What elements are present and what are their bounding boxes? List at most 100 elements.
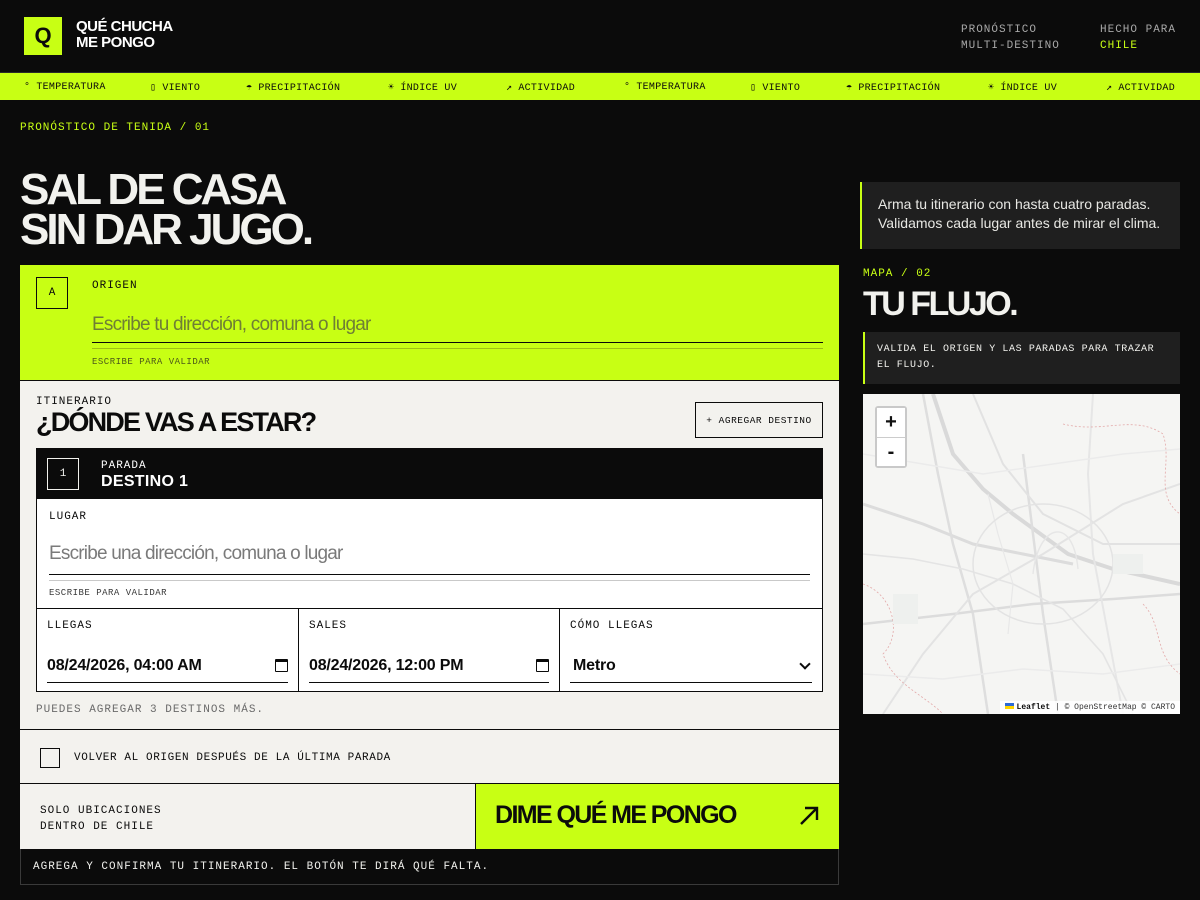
- place-hint: ESCRIBE PARA VALIDAR: [49, 588, 168, 598]
- map-title: TU FLUJO.: [863, 285, 1019, 323]
- ticker-item: ☀ ÍNDICE UV: [988, 82, 1057, 94]
- chile-only-note-line-1: SOLO UBICACIONES: [40, 805, 162, 817]
- tile-attribution[interactable]: | © OpenStreetMap © CARTO: [1055, 703, 1175, 712]
- logo-line-2: ME PONGO: [76, 34, 155, 51]
- stop-number-badge: 1: [47, 458, 79, 490]
- header-meta-forecast-line-1: PRONÓSTICO: [961, 24, 1038, 36]
- arrow-up-right-icon: [800, 806, 819, 825]
- chile-only-note-line-2: DENTRO DE CHILE: [40, 821, 155, 833]
- arrive-datetime-input[interactable]: 08/24/2026, 04:00 AM: [47, 649, 288, 683]
- return-to-origin-checkbox[interactable]: [40, 748, 60, 768]
- logo-line-1: QUÉ CHUCHA: [76, 18, 173, 35]
- calendar-icon[interactable]: [536, 659, 549, 672]
- zoom-in-button[interactable]: +: [877, 408, 905, 437]
- ticker-item-label: PRECIPITACIÓN: [858, 83, 941, 94]
- arrow-up-right-icon: ↗: [1106, 83, 1113, 94]
- umbrella-icon: ☂: [846, 83, 853, 94]
- mode-cell: CÓMO LLEGAS Metro: [560, 609, 822, 692]
- arrive-label: LLEGAS: [47, 620, 93, 632]
- stop-time-grid: LLEGAS 08/24/2026, 04:00 AM SALES 08/24/…: [37, 608, 822, 692]
- ticker-item-label: ÍNDICE UV: [1000, 83, 1058, 94]
- map-zoom-controls: + -: [875, 406, 907, 468]
- ticker-item: ° TEMPERATURA: [624, 82, 706, 93]
- ticker-item-label: VIENTO: [162, 83, 201, 94]
- map-note: VALIDA EL ORIGEN Y LAS PARADAS PARA TRAZ…: [863, 332, 1180, 384]
- mode-label: CÓMO LLEGAS: [570, 620, 654, 632]
- origin-badge: A: [36, 277, 68, 309]
- origin-panel: A ORIGEN ESCRIBE PARA VALIDAR: [20, 265, 839, 381]
- submit-button-label: DIME QUÉ ME PONGO: [495, 801, 737, 829]
- origin-divider: [92, 348, 823, 349]
- ticker-item: ° TEMPERATURA: [24, 82, 106, 93]
- mode-value: Metro: [573, 656, 616, 674]
- map-attribution: Leaflet | © OpenStreetMap © CARTO: [999, 701, 1180, 714]
- metrics-ticker: ° TEMPERATURA ▯ VIENTO ☂ PRECIPITACIÓN ☀ ÍND…: [0, 72, 1200, 100]
- umbrella-icon: ☂: [246, 83, 253, 94]
- arrive-value: 08/24/2026, 04:00 AM: [47, 656, 202, 674]
- leave-label: SALES: [309, 620, 348, 632]
- leave-datetime-input[interactable]: 08/24/2026, 12:00 PM: [309, 649, 549, 683]
- arrow-up-right-icon: ↗: [506, 83, 513, 94]
- ticker-item: ☂ PRECIPITACIÓN: [246, 82, 340, 94]
- ticker-item-label: VIENTO: [762, 83, 801, 94]
- ticker-item-label: PRECIPITACIÓN: [258, 83, 341, 94]
- origin-input[interactable]: [92, 307, 823, 343]
- ticker-item-label: ÍNDICE UV: [400, 83, 458, 94]
- place-label: LUGAR: [49, 511, 88, 523]
- leave-value: 08/24/2026, 12:00 PM: [309, 656, 464, 674]
- ticker-item-label: ACTIVIDAD: [518, 83, 576, 94]
- return-to-origin-label[interactable]: VOLVER AL ORIGEN DESPUÉS DE LA ÚLTIMA PA…: [74, 752, 391, 764]
- ticker-item: ↗ ACTIVIDAD: [1106, 82, 1175, 94]
- origin-label: ORIGEN: [92, 280, 138, 292]
- site-header: Q QUÉ CHUCHA ME PONGO PRONÓSTICO MULTI-D…: [0, 0, 1200, 72]
- logo-wordmark[interactable]: QUÉ CHUCHA ME PONGO: [76, 19, 173, 51]
- sun-icon: ☀: [388, 83, 395, 94]
- map-tiles[interactable]: [863, 394, 1180, 714]
- mode-select[interactable]: Metro: [570, 649, 812, 683]
- section-label: PRONÓSTICO DE TENIDA / 01: [20, 122, 211, 134]
- wind-icon: ▯: [150, 83, 157, 94]
- add-destination-button[interactable]: + AGREGAR DESTINO: [695, 402, 823, 438]
- header-meta-country-line-2: CHILE: [1100, 40, 1139, 52]
- hero-line-1: SAL DE CASA: [20, 165, 287, 214]
- map-section-label: MAPA / 02: [863, 268, 932, 280]
- status-bar: AGREGA Y CONFIRMA TU ITINERARIO. EL BOTÓ…: [20, 849, 839, 885]
- itinerary-panel: ITINERARIO ¿DÓNDE VAS A ESTAR? + AGREGAR…: [20, 381, 839, 729]
- hero-title: SAL DE CASA SIN DAR JUGO.: [20, 165, 314, 254]
- submit-row: SOLO UBICACIONES DENTRO DE CHILE DIME QU…: [20, 784, 839, 849]
- zoom-out-button[interactable]: -: [877, 437, 905, 466]
- temperature-icon: °: [624, 82, 631, 93]
- header-meta-country: HECHO PARA CHILE: [1100, 22, 1176, 54]
- temperature-icon: °: [24, 82, 31, 93]
- return-to-origin-row[interactable]: VOLVER AL ORIGEN DESPUÉS DE LA ÚLTIMA PA…: [20, 729, 839, 784]
- map-note-text: VALIDA EL ORIGEN Y LAS PARADAS PARA TRAZ…: [877, 344, 1155, 371]
- header-meta-country-line-1: HECHO PARA: [1100, 24, 1177, 36]
- ticker-item: ▯ VIENTO: [750, 82, 800, 94]
- stop-kicker: PARADA: [101, 460, 147, 472]
- stop-name: DESTINO 1: [101, 473, 189, 490]
- arrive-cell: LLEGAS 08/24/2026, 04:00 AM: [37, 609, 299, 692]
- stop-body: LUGAR ESCRIBE PARA VALIDAR LLEGAS 08/24/…: [36, 499, 823, 692]
- itinerary-callout: Arma tu itinerario con hasta cuatro para…: [860, 182, 1180, 249]
- ticker-item: ↗ ACTIVIDAD: [506, 82, 575, 94]
- leave-cell: SALES 08/24/2026, 12:00 PM: [299, 609, 560, 692]
- logo-mark[interactable]: Q: [24, 17, 62, 55]
- place-input[interactable]: [49, 534, 810, 575]
- remaining-destinations-note: PUEDES AGREGAR 3 DESTINOS MÁS.: [36, 704, 265, 716]
- chevron-down-icon: [799, 657, 811, 670]
- header-meta-forecast: PRONÓSTICO MULTI-DESTINO: [961, 22, 1060, 54]
- origin-hint: ESCRIBE PARA VALIDAR: [92, 357, 211, 367]
- calendar-icon[interactable]: [275, 659, 288, 672]
- chile-only-note: SOLO UBICACIONES DENTRO DE CHILE: [40, 803, 162, 835]
- ticker-item: ☂ PRECIPITACIÓN: [846, 82, 940, 94]
- header-meta-forecast-line-2: MULTI-DESTINO: [961, 40, 1060, 52]
- hero-line-2: SIN DAR JUGO.: [20, 205, 314, 254]
- submit-button[interactable]: DIME QUÉ ME PONGO: [475, 784, 839, 849]
- wind-icon: ▯: [750, 83, 757, 94]
- sun-icon: ☀: [988, 83, 995, 94]
- itinerary-title: ¿DÓNDE VAS A ESTAR?: [36, 407, 317, 437]
- stop-header: 1 PARADA DESTINO 1: [36, 448, 823, 499]
- ticker-item-label: TEMPERATURA: [636, 82, 706, 93]
- map-view[interactable]: + - Leaflet | © OpenStreetMap © CARTO: [863, 394, 1180, 714]
- leaflet-link[interactable]: Leaflet: [1017, 703, 1051, 712]
